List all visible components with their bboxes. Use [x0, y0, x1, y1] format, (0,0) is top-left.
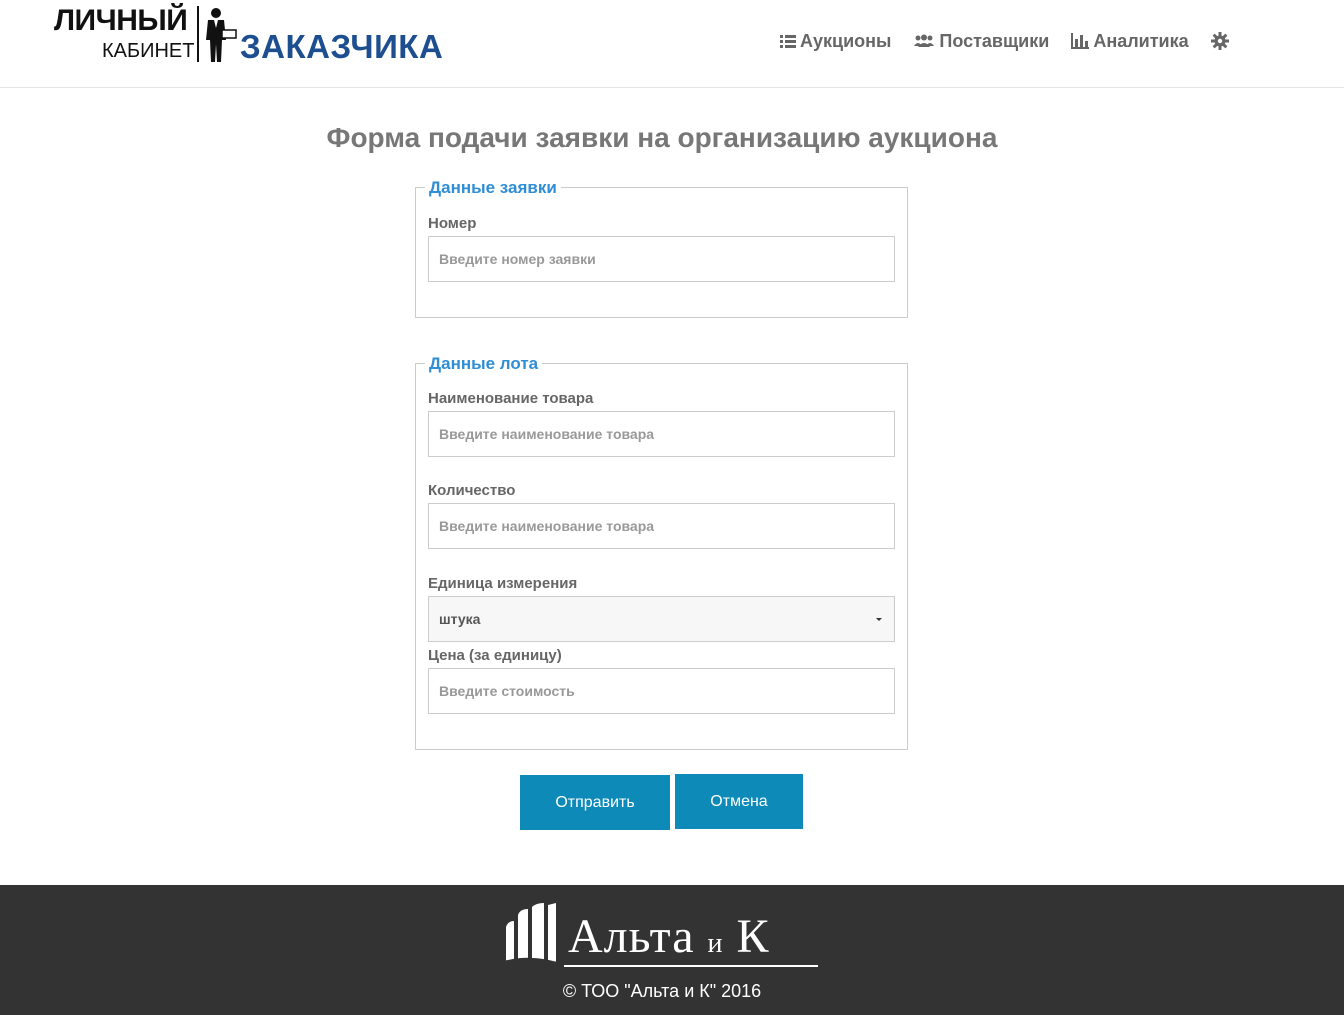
businessman-icon [206, 8, 237, 62]
site-logo[interactable]: ЛИЧНЫЙ КАБИНЕТ ЗАКАЗЧИКА [54, 4, 443, 66]
main-nav: Аукционы Поставщики Аналитика [780, 28, 1229, 54]
gear-icon [1210, 32, 1229, 50]
building-logo-icon [504, 903, 566, 967]
nav-item-label: Аукционы [800, 30, 892, 51]
logo-line2: КАБИНЕТ [102, 40, 195, 62]
logo-line1: ЛИЧНЫЙ [54, 4, 188, 37]
request-data-fieldset: Данные заявки Номер [415, 178, 908, 318]
footer-logo-underline [564, 965, 818, 967]
footer-brand: Альта и К [568, 909, 770, 964]
cancel-button[interactable]: Отмена [675, 774, 803, 829]
nav-item-auctions[interactable]: Аукционы [780, 31, 891, 52]
footer-brand-and: и [707, 928, 724, 959]
unit-select-value: штука [439, 611, 481, 627]
logo-line3: ЗАКАЗЧИКА [240, 28, 444, 65]
quantity-label: Количество [428, 482, 516, 499]
bar-chart-icon [1071, 33, 1090, 49]
lot-data-legend: Данные лота [425, 354, 543, 374]
page-title: Форма подачи заявки на организацию аукци… [326, 122, 998, 153]
chevron-down-icon [876, 617, 882, 621]
footer-brand-end: К [736, 910, 770, 963]
logo-divider [197, 6, 199, 62]
unit-select[interactable]: штука [428, 596, 895, 642]
product-name-input[interactable] [428, 411, 895, 457]
request-data-legend: Данные заявки [425, 178, 561, 198]
nav-item-label: Поставщики [939, 30, 1050, 51]
unit-label: Единица измерения [428, 575, 578, 592]
nav-item-analytics[interactable]: Аналитика [1071, 30, 1189, 52]
settings-button[interactable] [1210, 32, 1229, 50]
list-icon [780, 35, 796, 48]
product-name-label: Наименование товара [428, 390, 594, 407]
number-input[interactable] [428, 236, 895, 282]
quantity-input[interactable] [428, 503, 895, 549]
header: ЛИЧНЫЙ КАБИНЕТ ЗАКАЗЧИКА Аукционы Постав… [0, 0, 1344, 88]
number-label: Номер [428, 215, 477, 232]
footer-logo: Альта и К [504, 903, 824, 973]
footer: Альта и К © ТОО "Альта и К" 2016 [0, 885, 1344, 1015]
users-icon [914, 34, 935, 47]
submit-button[interactable]: Отправить [520, 775, 670, 830]
nav-item-suppliers[interactable]: Поставщики [913, 31, 1049, 52]
lot-data-fieldset: Данные лота Наименование товара Количест… [415, 354, 908, 750]
price-label: Цена (за единицу) [428, 647, 562, 664]
price-input[interactable] [428, 668, 895, 714]
copyright-text: © ТОО "Альта и К" 2016 [562, 981, 762, 1001]
nav-item-label: Аналитика [1093, 30, 1189, 51]
footer-brand-main: Альта [568, 910, 695, 963]
